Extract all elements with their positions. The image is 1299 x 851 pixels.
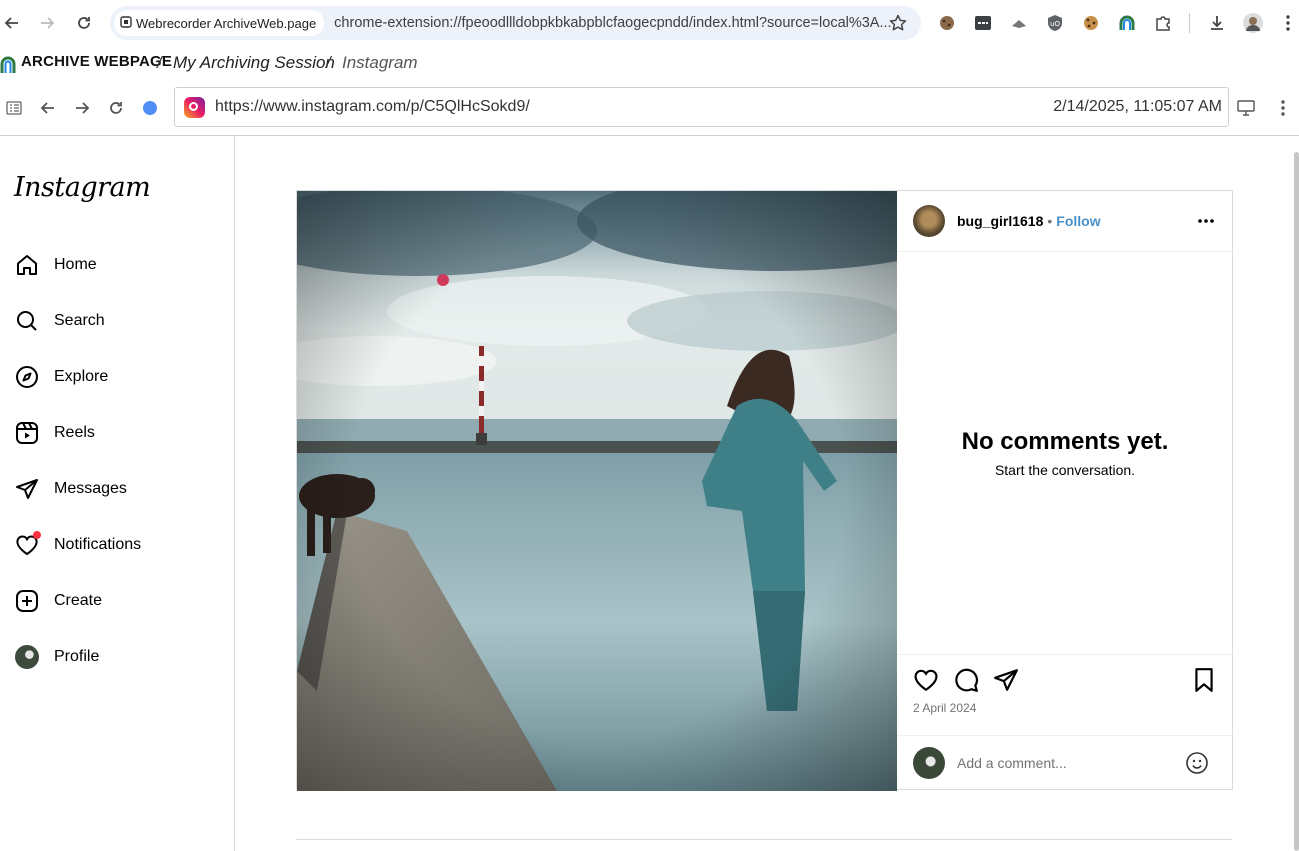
omnibox[interactable]: Webrecorder ArchiveWeb.page chrome-exten…	[110, 6, 921, 40]
desktop-icon[interactable]	[1234, 96, 1258, 120]
extension-terminal-icon[interactable]	[971, 11, 995, 35]
post-photo[interactable]	[297, 191, 897, 791]
archive-header: ARCHIVE WEBPAGE / My Archiving Session /…	[0, 48, 1299, 80]
nav-create-label: Create	[54, 592, 103, 609]
browser-toolbar: Webrecorder ArchiveWeb.page chrome-exten…	[0, 0, 1299, 46]
instagram-sidebar: Instagram Home Search Explore Reels Mess…	[0, 136, 235, 851]
extension-shield-icon[interactable]: uO	[1043, 11, 1067, 35]
compass-icon	[14, 364, 40, 390]
post-card: bug_girl1618 • Follow No comments yet. S…	[296, 190, 1233, 791]
nav-explore[interactable]: Explore	[14, 362, 108, 392]
nav-search[interactable]: Search	[14, 306, 105, 336]
replay-url[interactable]: https://www.instagram.com/p/C5QlHcSokd9/	[215, 98, 530, 116]
extension-chip-label: Webrecorder ArchiveWeb.page	[136, 15, 317, 31]
replay-menu-icon[interactable]	[1271, 96, 1295, 120]
instagram-logo[interactable]: Instagram	[14, 172, 151, 203]
reload-icon[interactable]	[72, 11, 96, 35]
reels-icon	[14, 420, 40, 446]
more-options-icon[interactable]	[1197, 211, 1215, 229]
nav-notifications-label: Notifications	[54, 536, 142, 553]
nav-reels-label: Reels	[54, 424, 95, 441]
replay-url-field[interactable]: https://www.instagram.com/p/C5QlHcSokd9/…	[174, 87, 1229, 127]
author-username[interactable]: bug_girl1618	[957, 213, 1043, 229]
breadcrumb-page: Instagram	[342, 53, 418, 72]
nav-home[interactable]: Home	[14, 250, 97, 280]
nav-home-label: Home	[54, 256, 97, 273]
empty-title: No comments yet.	[961, 428, 1169, 455]
comment-input[interactable]	[957, 754, 1177, 771]
replay-back-icon[interactable]	[36, 96, 60, 120]
feed-divider	[296, 839, 1232, 840]
puzzle-icon[interactable]	[1151, 11, 1175, 35]
viewer-avatar	[913, 746, 945, 779]
extension-archiveweb-icon[interactable]	[1115, 11, 1139, 35]
breadcrumb-separator: /	[157, 53, 162, 72]
nav-profile-label: Profile	[54, 648, 100, 665]
nav-profile[interactable]: Profile	[14, 642, 99, 672]
home-icon	[14, 252, 40, 278]
nav-reels[interactable]: Reels	[14, 418, 95, 448]
instagram-favicon-icon	[184, 97, 205, 118]
nav-notifications[interactable]: Notifications	[14, 530, 141, 560]
nav-messages[interactable]: Messages	[14, 474, 127, 504]
plus-square-icon	[14, 588, 40, 614]
star-icon[interactable]	[889, 14, 907, 37]
post-header: bug_girl1618 • Follow	[897, 191, 1233, 252]
comment-icon[interactable]	[953, 667, 979, 693]
extension-hat-icon[interactable]	[1007, 11, 1031, 35]
post-date: 2 April 2024	[913, 701, 977, 715]
page-scrollbar[interactable]	[1294, 152, 1299, 851]
toolbar-divider	[1189, 13, 1190, 33]
archiveweb-logo-icon	[0, 55, 16, 78]
menu-icon[interactable]	[1276, 11, 1299, 35]
sidebar-toggle-icon[interactable]	[2, 96, 26, 120]
avatar-icon	[14, 644, 40, 670]
post-actions: 2 April 2024	[897, 654, 1233, 735]
breadcrumb-separator: /	[326, 53, 331, 72]
back-icon[interactable]	[0, 11, 24, 35]
app-title[interactable]: ARCHIVE WEBPAGE	[21, 53, 172, 70]
extension-cookie2-icon[interactable]	[1079, 11, 1103, 35]
emoji-icon[interactable]	[1185, 751, 1209, 780]
replay-forward-icon[interactable]	[70, 96, 94, 120]
post-sidebar: bug_girl1618 • Follow No comments yet. S…	[897, 191, 1233, 789]
like-heart-icon[interactable]	[913, 667, 939, 693]
download-icon[interactable]	[1205, 11, 1229, 35]
extension-icon	[120, 15, 132, 31]
send-icon	[14, 476, 40, 502]
author-avatar[interactable]	[913, 205, 945, 237]
add-comment-bar	[897, 735, 1233, 789]
search-icon	[14, 308, 40, 334]
extension-cookie-icon[interactable]	[935, 11, 959, 35]
empty-subtitle: Start the conversation.	[994, 462, 1136, 478]
breadcrumb-session[interactable]: My Archiving Session	[173, 53, 335, 73]
extension-chip[interactable]: Webrecorder ArchiveWeb.page	[114, 10, 325, 36]
replay-reload-icon[interactable]	[104, 96, 128, 120]
forward-icon[interactable]	[35, 11, 59, 35]
share-send-icon[interactable]	[993, 667, 1019, 693]
follow-button[interactable]: Follow	[1056, 213, 1100, 229]
header-dot: •	[1047, 213, 1053, 229]
nav-explore-label: Explore	[54, 368, 109, 385]
nav-create[interactable]: Create	[14, 586, 102, 616]
replay-timestamp[interactable]: 2/14/2025, 11:05:07 AM	[1053, 98, 1222, 116]
profile-avatar[interactable]	[1241, 11, 1265, 35]
nav-messages-label: Messages	[54, 480, 127, 497]
notification-badge	[33, 531, 41, 539]
nav-search-label: Search	[54, 312, 105, 329]
bookmark-icon[interactable]	[1191, 667, 1217, 693]
svg-text:uO: uO	[1050, 20, 1060, 28]
comments-empty-state: No comments yet. Start the conversation.	[897, 253, 1233, 653]
status-dot-icon	[138, 96, 162, 120]
replay-toolbar: https://www.instagram.com/p/C5QlHcSokd9/…	[0, 84, 1299, 132]
heart-icon	[14, 531, 41, 558]
omnibox-url[interactable]: chrome-extension://fpeoodllldobpkbkabpbl…	[334, 15, 894, 31]
